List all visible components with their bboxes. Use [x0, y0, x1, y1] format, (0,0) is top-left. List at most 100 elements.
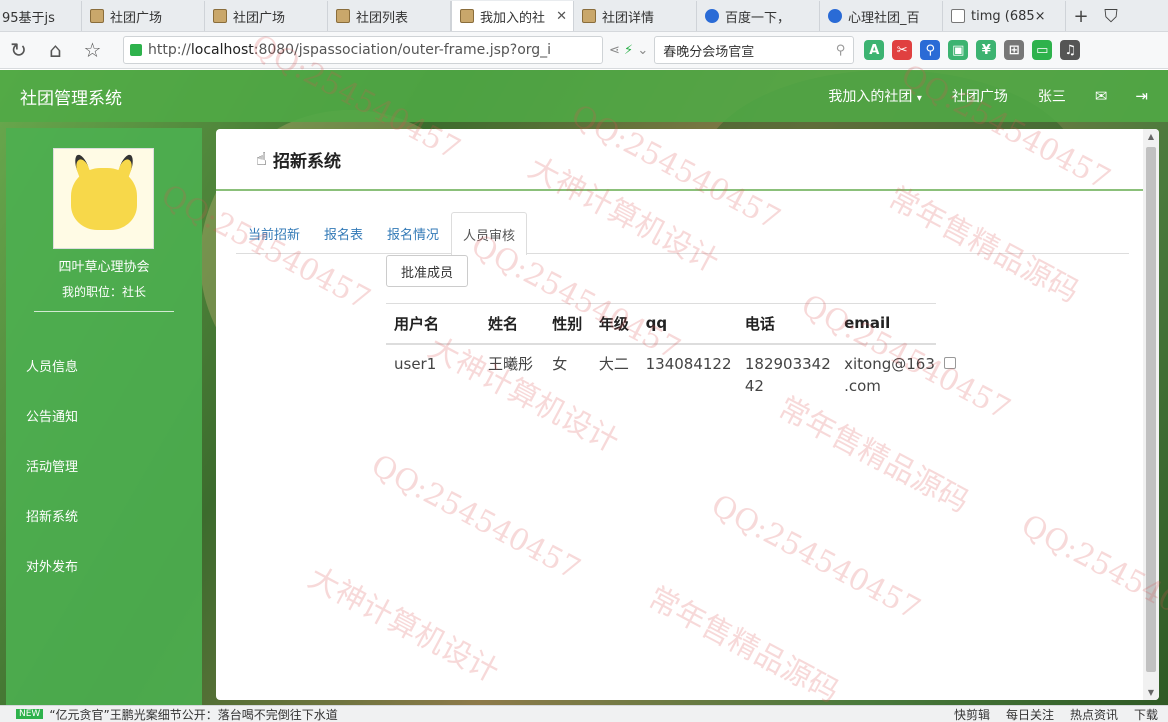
browser-tab[interactable]: 社团列表: [328, 1, 451, 31]
page-icon: [336, 9, 350, 23]
new-tab-icon[interactable]: +: [1066, 1, 1096, 31]
cell-email: xitong@163 .com: [836, 344, 936, 405]
vertical-scrollbar[interactable]: ▲ ▼: [1143, 129, 1159, 700]
page-icon: [460, 9, 474, 23]
app-background: 社团管理系统 我加入的社团 ▾ 社团广场 张三 ✉ ⇥ 四叶草心理协会 我的职位…: [0, 70, 1168, 705]
cell-grade: 大二: [598, 354, 629, 373]
tab-label: 心理社团_百: [848, 10, 920, 26]
secure-shield-icon: [130, 44, 142, 56]
tab-label: 百度一下，: [725, 10, 791, 26]
close-tab-icon[interactable]: ✕: [556, 9, 567, 24]
email-line-2: .com: [844, 376, 881, 395]
column-header: 电话: [736, 303, 837, 345]
browser-tab-active[interactable]: 我加入的社 ✕: [451, 1, 574, 31]
status-quick-clip[interactable]: 快剪辑: [954, 706, 990, 722]
table-row: user1 王曦彤 女 大二 134084122 182903342 42 xit…: [386, 344, 956, 405]
scissors-icon[interactable]: ✂: [892, 40, 913, 60]
battery-icon[interactable]: ▭: [1032, 40, 1053, 60]
tab-label: 社团列表: [356, 10, 409, 26]
hand-pointer-icon: ☝: [256, 148, 267, 170]
headphones-icon[interactable]: ♫: [1060, 40, 1081, 60]
game-icon[interactable]: ▣: [948, 40, 969, 60]
tab-label: 我加入的社: [480, 10, 546, 26]
cell-phone: 182903342 42: [737, 344, 836, 405]
select-checkbox[interactable]: [943, 356, 956, 369]
tab-current-recruitment[interactable]: 当前招新: [236, 212, 312, 254]
home-icon[interactable]: ⌂: [37, 32, 74, 69]
panel-tabs: 当前招新 报名表 报名情况 人员审核: [236, 212, 1129, 255]
tab-signup-status[interactable]: 报名情况: [375, 212, 451, 254]
column-header: 姓名: [479, 303, 545, 345]
logout-icon[interactable]: ⇥: [1121, 87, 1162, 105]
sidebar-item-members[interactable]: 人员信息: [6, 340, 202, 390]
phone-line-1: 182903342: [744, 354, 831, 373]
search-icon[interactable]: ⚲: [836, 43, 846, 58]
tab-label: 社团详情: [602, 10, 655, 26]
column-header: email: [836, 303, 936, 345]
browser-tab[interactable]: 95基于js: [0, 1, 82, 31]
member-position: 我的职位：社长: [61, 285, 146, 299]
yen-icon[interactable]: ¥: [976, 40, 997, 60]
sidebar-divider: [34, 311, 174, 312]
top-navbar: 社团管理系统 我加入的社团 ▾ 社团广场 张三 ✉ ⇥: [0, 70, 1168, 122]
search-input[interactable]: 春晚分会场官宣 ⚲: [654, 36, 855, 64]
star-icon[interactable]: ☆: [74, 32, 111, 69]
status-download[interactable]: 下载: [1134, 706, 1158, 722]
page-icon: [213, 9, 227, 23]
browser-tab[interactable]: timg (685×: [943, 1, 1066, 31]
status-actions: 快剪辑 每日关注 热点资讯 下载: [954, 706, 1168, 722]
scroll-up-icon[interactable]: ▲: [1143, 132, 1159, 141]
share-icon[interactable]: ⋖: [609, 43, 620, 58]
url-input[interactable]: http://localhost:8080/jspassociation/out…: [123, 36, 603, 64]
translate-icon[interactable]: A: [864, 40, 885, 60]
phone-line-2: 42: [744, 376, 764, 395]
page-icon: [90, 9, 104, 23]
sidebar-item-publish[interactable]: 对外发布: [6, 540, 202, 590]
nav-user[interactable]: 张三: [1023, 86, 1081, 106]
club-name: 四叶草心理协会: [58, 260, 150, 275]
column-header-select: [936, 304, 956, 344]
approve-members-button[interactable]: 批准成员: [386, 255, 468, 287]
club-avatar: [53, 148, 154, 249]
lightning-icon[interactable]: ⚡: [624, 43, 633, 58]
scrollbar-thumb[interactable]: [1146, 147, 1156, 672]
tab-label: timg (685×: [971, 8, 1046, 24]
news-ticker[interactable]: “亿元贪官”王鹏光案细节公开：落台喝不完倒往下水道: [49, 706, 337, 722]
url-path: :8080/jspassociation/outer-frame.jsp?org…: [253, 42, 552, 58]
sidebar-item-recruitment[interactable]: 招新系统: [6, 490, 202, 540]
tab-label: 社团广场: [110, 10, 163, 26]
browser-tab[interactable]: 社团详情: [574, 1, 697, 31]
panel-header: ☝ 招新系统: [216, 129, 1143, 191]
browser-tab[interactable]: 社团广场: [205, 1, 328, 31]
mail-icon[interactable]: ✉: [1081, 87, 1122, 105]
tab-member-review[interactable]: 人员审核: [451, 212, 528, 255]
magnifier-icon[interactable]: ⚲: [920, 40, 941, 60]
column-header: 用户名: [386, 303, 480, 345]
sidebar-menu: 人员信息 公告通知 活动管理 招新系统 对外发布: [6, 340, 202, 590]
grid-icon[interactable]: ⊞: [1004, 40, 1025, 60]
scroll-down-icon[interactable]: ▼: [1143, 688, 1159, 697]
app-brand[interactable]: 社团管理系统: [20, 84, 122, 109]
browser-tab[interactable]: 百度一下，: [697, 1, 820, 31]
shirt-icon[interactable]: ⛉: [1096, 1, 1126, 31]
status-daily-follow[interactable]: 每日关注: [1006, 706, 1054, 722]
tab-signup-form[interactable]: 报名表: [312, 212, 375, 254]
chevron-down-icon[interactable]: ⌄: [637, 43, 648, 58]
cell-qq: 134084122: [645, 354, 732, 373]
nav-my-clubs[interactable]: 我加入的社团 ▾: [813, 86, 936, 106]
refresh-icon[interactable]: ↻: [0, 32, 37, 69]
baidu-paw-icon: [828, 9, 842, 23]
browser-tab[interactable]: 社团广场: [82, 1, 205, 31]
url-host: localhost: [190, 42, 254, 58]
browser-tab[interactable]: 心理社团_百: [820, 1, 943, 31]
status-hot-news[interactable]: 热点资讯: [1070, 706, 1118, 722]
sidebar-item-notices[interactable]: 公告通知: [6, 390, 202, 440]
column-header: qq: [637, 303, 737, 345]
sidebar-item-activities[interactable]: 活动管理: [6, 440, 202, 490]
tab-label: 95基于js: [2, 10, 55, 26]
page-icon: [582, 9, 596, 23]
browser-tab-strip: 95基于js 社团广场 社团广场 社团列表 我加入的社 ✕ 社团详情 百度一下， …: [0, 0, 1168, 32]
url-prefix: http://: [148, 42, 191, 58]
nav-square[interactable]: 社团广场: [937, 86, 1023, 106]
nav-my-clubs-label: 我加入的社团: [828, 89, 913, 105]
